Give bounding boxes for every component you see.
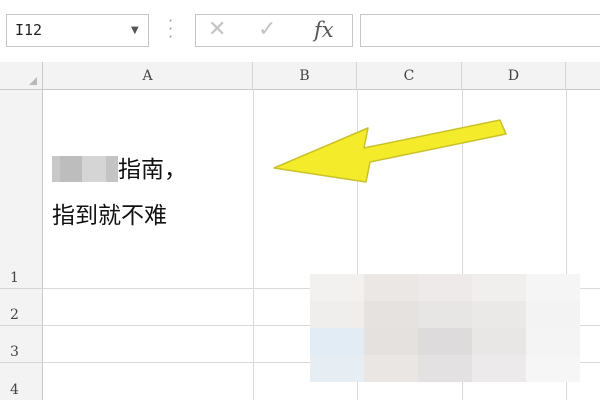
- pixelated-region: [364, 328, 418, 355]
- pixelated-region: [310, 328, 364, 355]
- pixelated-region: [526, 355, 580, 382]
- pixelated-region: [472, 274, 526, 301]
- pixelated-region: [418, 274, 472, 301]
- pixelated-region: [418, 328, 472, 355]
- check-icon[interactable]: ✓: [258, 17, 276, 42]
- close-icon[interactable]: ✕: [208, 17, 226, 42]
- pixelated-region: [418, 301, 472, 328]
- row-header-2[interactable]: 2: [0, 289, 43, 326]
- formula-input[interactable]: [360, 14, 600, 47]
- pixelated-region: [310, 274, 364, 301]
- column-header-c[interactable]: C: [357, 62, 462, 90]
- column-header-b[interactable]: B: [253, 62, 357, 90]
- row-header-3[interactable]: 3: [0, 326, 43, 363]
- pixelated-region: [418, 355, 472, 382]
- select-all-button[interactable]: [0, 62, 43, 90]
- column-header-a[interactable]: A: [43, 62, 253, 90]
- redacted-text: [106, 156, 118, 182]
- arrow-icon: [273, 119, 507, 183]
- name-box-value: I12: [15, 21, 43, 39]
- pixelated-region: [364, 274, 418, 301]
- pixelated-region: [472, 301, 526, 328]
- grid-line: [253, 90, 254, 400]
- separator-dots: · · ·: [168, 11, 174, 46]
- redacted-text: [82, 156, 106, 182]
- chevron-down-icon[interactable]: ▼: [131, 25, 139, 36]
- pixelated-region: [472, 328, 526, 355]
- pixelated-region: [526, 301, 580, 328]
- pixelated-region: [310, 301, 364, 328]
- pixelated-region: [310, 355, 364, 382]
- cell-a1-line1-text: 指南，: [118, 157, 187, 183]
- cell-a1-line1[interactable]: 指南，: [52, 150, 187, 184]
- column-header-d[interactable]: D: [462, 62, 566, 90]
- pixelated-region: [364, 355, 418, 382]
- pixelated-region: [472, 355, 526, 382]
- cell-a1-line2[interactable]: 指到就不难: [52, 196, 167, 230]
- row-header-1[interactable]: 1: [0, 90, 43, 289]
- redacted-text: [60, 156, 82, 182]
- pixelated-region: [364, 301, 418, 328]
- pixelated-region: [526, 328, 580, 355]
- insert-function-button[interactable]: fx: [314, 18, 334, 42]
- redacted-text: [52, 156, 60, 182]
- formula-buttons: ✕ ✓ fx: [195, 14, 353, 47]
- row-header-4[interactable]: 4: [0, 363, 43, 400]
- pixelated-region: [526, 274, 580, 301]
- name-box[interactable]: I12 ▼: [6, 14, 149, 47]
